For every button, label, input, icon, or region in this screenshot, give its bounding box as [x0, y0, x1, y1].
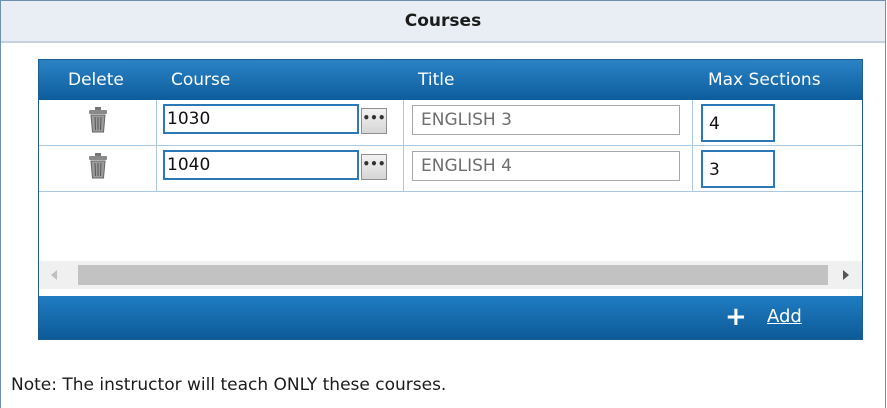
title-field[interactable]: ENGLISH 3: [412, 105, 680, 135]
grid-header: Delete Course Title Max Sections: [39, 60, 862, 100]
column-header-course[interactable]: Course: [171, 60, 230, 100]
course-input[interactable]: 1040: [163, 150, 359, 180]
column-divider: [156, 100, 157, 192]
scroll-right-icon[interactable]: [843, 270, 849, 280]
course-lookup-button[interactable]: •••: [361, 154, 387, 180]
course-lookup-button[interactable]: •••: [361, 108, 387, 134]
course-input[interactable]: 1030: [163, 104, 359, 134]
note-text: Note: The instructor will teach ONLY the…: [11, 375, 447, 395]
title-field[interactable]: ENGLISH 4: [412, 151, 680, 181]
panel-title: Courses: [1, 1, 885, 43]
courses-panel: Courses Delete Course Title Max Sections…: [0, 0, 886, 408]
column-header-max-sections[interactable]: Max Sections: [708, 60, 821, 100]
horizontal-scrollbar[interactable]: [39, 261, 862, 289]
column-divider: [403, 100, 404, 192]
grid-footer: + Add: [39, 296, 862, 339]
max-sections-input[interactable]: 3: [701, 150, 775, 188]
plus-icon[interactable]: +: [725, 300, 747, 334]
scroll-left-icon[interactable]: [51, 270, 57, 280]
table-row: 1030 ••• ENGLISH 3 4: [39, 100, 862, 146]
trash-icon[interactable]: [87, 152, 109, 180]
column-header-title[interactable]: Title: [418, 60, 454, 100]
trash-icon[interactable]: [87, 106, 109, 134]
column-header-delete[interactable]: Delete: [68, 60, 124, 100]
max-sections-input[interactable]: 4: [701, 104, 775, 142]
scrollbar-thumb[interactable]: [78, 265, 828, 285]
column-divider: [692, 100, 693, 192]
add-course-link[interactable]: Add: [767, 305, 802, 329]
table-row: 1040 ••• ENGLISH 4 3: [39, 146, 862, 192]
courses-grid: Delete Course Title Max Sections 1030 ••…: [38, 59, 863, 340]
